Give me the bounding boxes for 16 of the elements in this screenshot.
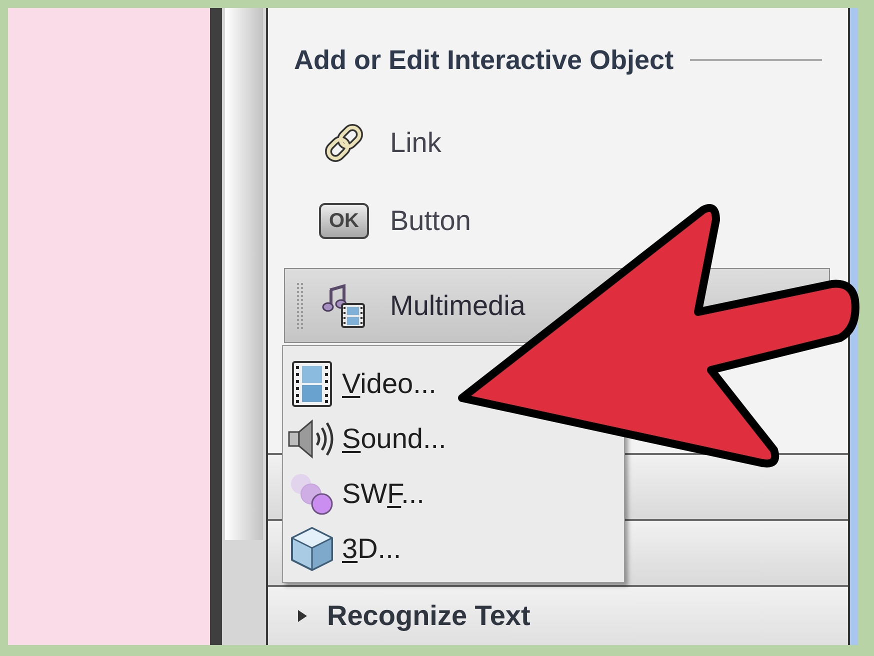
music-note-film-icon: [322, 284, 366, 328]
film-strip-icon: [292, 360, 332, 406]
menu-item[interactable]: Video...: [288, 356, 438, 411]
section-title: Add or Edit Interactive Object: [294, 44, 674, 76]
menu-item[interactable]: Sound...: [288, 411, 448, 466]
menu-item[interactable]: SWF...: [288, 466, 426, 521]
speaker-icon: [288, 418, 336, 458]
menu-item[interactable]: 3D...: [288, 521, 404, 576]
overlapping-circles-icon: [289, 472, 335, 516]
scrollbar-thumb[interactable]: [225, 8, 263, 540]
ok-key-badge: OK: [319, 203, 369, 239]
tool-button[interactable]: Link: [284, 112, 830, 174]
grip-icon[interactable]: [297, 282, 303, 328]
section-header[interactable]: Recognize Text: [268, 585, 848, 645]
cube-icon: [289, 526, 335, 572]
expand-triangle-icon[interactable]: [297, 610, 307, 622]
